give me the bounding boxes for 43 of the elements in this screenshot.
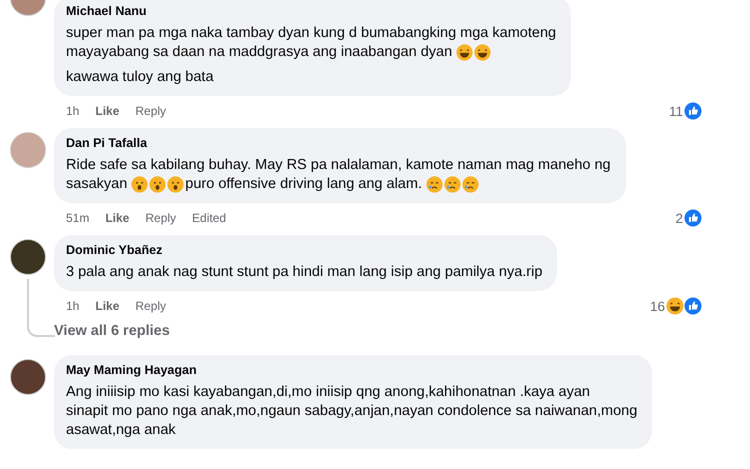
shocked-emoji-icon bbox=[131, 176, 148, 193]
laughing-emoji-icon bbox=[456, 44, 474, 61]
comment-text: sinapit mo pano nga anak,mo,ngaun sabagy,anjan,nayan condolence sa naiwanan,mong bbox=[66, 402, 638, 421]
comment-time[interactable]: 1h bbox=[66, 104, 80, 118]
shocked-emoji-icon bbox=[149, 176, 166, 193]
author-name[interactable]: Dan Pi Tafalla bbox=[66, 136, 148, 150]
comment-text: Ride safe sa kabilang buhay. May RS pa nalalaman, kamote naman mag maneho ng bbox=[66, 156, 611, 175]
comment-text: sasakyan bbox=[66, 175, 128, 194]
comment-time[interactable]: 51m bbox=[66, 211, 90, 225]
comment-text: asawat,nga anak bbox=[66, 421, 176, 440]
thumbs-up-icon bbox=[684, 209, 702, 227]
laughing-emoji-icon bbox=[474, 44, 492, 61]
like-link[interactable]: Like bbox=[95, 104, 120, 118]
comment-text: puro offensive driving lang ang alam. bbox=[185, 175, 422, 194]
author-name[interactable]: May Maming Hayagan bbox=[66, 363, 197, 377]
laughing-emoji-icon bbox=[666, 297, 684, 315]
shocked-emoji-icon bbox=[167, 176, 184, 193]
like-link[interactable]: Like bbox=[105, 211, 130, 225]
thumbs-up-icon bbox=[684, 297, 702, 315]
crying-emoji-icon bbox=[462, 176, 479, 193]
reaction-count[interactable]: 11 bbox=[668, 104, 683, 118]
avatar[interactable] bbox=[10, 239, 46, 275]
like-link[interactable]: Like bbox=[95, 299, 120, 313]
comment-text: 3 pala ang anak nag stunt stunt pa hindi man lang isip ang pamilya nya.rip bbox=[66, 263, 542, 282]
crying-emoji-icon bbox=[426, 176, 443, 193]
reaction-count[interactable]: 16 bbox=[650, 298, 665, 314]
author-name[interactable]: Michael Nanu bbox=[66, 4, 147, 18]
avatar[interactable] bbox=[10, 359, 46, 395]
reply-link[interactable]: Reply bbox=[145, 211, 176, 225]
thread-line bbox=[27, 279, 55, 337]
reply-link[interactable]: Reply bbox=[135, 299, 166, 313]
comment-text: mayayabang sa daan na maddgrasya ang inaabangan dyan bbox=[66, 43, 452, 62]
reply-link[interactable]: Reply bbox=[135, 104, 166, 118]
crying-emoji-icon bbox=[444, 176, 461, 193]
comment-time[interactable]: 1h bbox=[66, 299, 80, 313]
comment-text: super man pa mga naka tambay dyan kung d bumabangking mga kamoteng bbox=[66, 24, 556, 43]
edited-link[interactable]: Edited bbox=[192, 211, 226, 225]
view-replies-link[interactable]: View all 6 replies bbox=[54, 323, 170, 339]
comment-text: kawawa tuloy ang bata bbox=[66, 68, 214, 87]
reaction-count[interactable]: 2 bbox=[675, 210, 683, 226]
comment-text: Ang iniiisip mo kasi kayabangan,di,mo iniisip qng anong,kahihonatnan .kaya ayan bbox=[66, 383, 590, 402]
thumbs-up-icon bbox=[684, 102, 702, 120]
author-name[interactable]: Dominic Ybañez bbox=[66, 243, 162, 257]
